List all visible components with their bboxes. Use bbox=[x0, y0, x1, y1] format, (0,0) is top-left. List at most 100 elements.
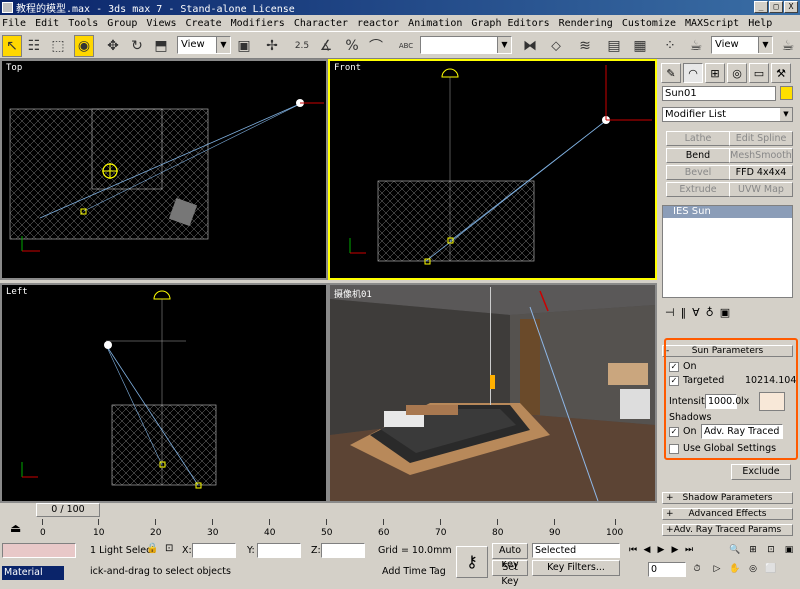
y-coord-input[interactable] bbox=[257, 543, 301, 558]
time-config-icon[interactable]: ⏱ bbox=[690, 562, 704, 576]
menu-animation[interactable]: Animation bbox=[408, 18, 462, 29]
menu-edit[interactable]: Edit bbox=[35, 18, 59, 29]
menu-reactor[interactable]: reactor bbox=[357, 18, 399, 29]
make-unique-icon[interactable]: ∀ bbox=[692, 306, 700, 319]
snap-toggle-icon[interactable]: 2.5 bbox=[292, 35, 312, 57]
minimize-button[interactable]: _ bbox=[754, 1, 768, 13]
add-time-tag[interactable]: Add Time Tag bbox=[382, 566, 446, 577]
track-view-icon[interactable]: ▤ bbox=[604, 35, 624, 57]
show-end-result-icon[interactable]: ‖ bbox=[681, 306, 687, 319]
reference-coord-dropdown[interactable]: View ▼ bbox=[177, 36, 231, 54]
menu-create[interactable]: Create bbox=[186, 18, 222, 29]
lathe-button[interactable]: Lathe bbox=[666, 131, 730, 146]
menu-rendering[interactable]: Rendering bbox=[559, 18, 613, 29]
fov-icon[interactable]: ▷ bbox=[710, 562, 724, 576]
modifier-list-dropdown[interactable]: Modifier List ▼ bbox=[662, 107, 793, 122]
move-icon[interactable]: ✥ bbox=[103, 35, 123, 57]
quick-render-icon[interactable]: ☕ bbox=[778, 35, 798, 57]
advanced-effects-rollout[interactable]: + Advanced Effects bbox=[662, 508, 793, 520]
auto-key-button[interactable]: Auto Key bbox=[492, 543, 528, 570]
bevel-button[interactable]: Bevel bbox=[666, 165, 730, 180]
maxscript-listener[interactable] bbox=[2, 543, 76, 558]
exclude-button[interactable]: Exclude bbox=[731, 464, 791, 480]
rect-selection-icon[interactable]: ⬚ bbox=[48, 35, 68, 57]
orbit-icon[interactable]: ◎ bbox=[746, 562, 760, 576]
select-object-icon[interactable]: ↖ bbox=[2, 35, 22, 57]
spinner-snap-icon[interactable]: ⌒ bbox=[366, 35, 386, 57]
track-bar[interactable]: ⏏ 0 10 20 30 40 50 60 70 80 90 100 bbox=[0, 519, 657, 539]
next-frame-icon[interactable]: ▶ bbox=[668, 543, 682, 557]
menu-modifiers[interactable]: Modifiers bbox=[231, 18, 285, 29]
manipulate-icon[interactable]: ✢ bbox=[262, 35, 282, 57]
menu-customize[interactable]: Customize bbox=[622, 18, 676, 29]
shadow-parameters-rollout[interactable]: + Shadow Parameters bbox=[662, 492, 793, 504]
align-icon[interactable]: ⬦ bbox=[546, 35, 566, 57]
create-tab-icon[interactable]: ✎ bbox=[661, 63, 681, 83]
modify-tab-icon[interactable]: ◠ bbox=[683, 63, 703, 83]
go-to-start-icon[interactable]: ⏮ bbox=[626, 543, 640, 557]
ffd-button[interactable]: FFD 4x4x4 bbox=[729, 165, 793, 180]
viewport-label[interactable]: Top bbox=[6, 63, 22, 73]
edit-named-selection-icon[interactable]: ABC bbox=[396, 35, 416, 57]
uvw-map-button[interactable]: UVW Map bbox=[729, 182, 793, 197]
menu-character[interactable]: Character bbox=[294, 18, 348, 29]
set-key-button[interactable]: Set Key bbox=[492, 560, 528, 587]
menu-maxscript[interactable]: MAXScript bbox=[685, 18, 739, 29]
zoom-extents-icon[interactable]: ⊡ bbox=[764, 543, 778, 557]
current-frame-input[interactable]: 0 bbox=[648, 562, 686, 577]
angle-snap-icon[interactable]: ∡ bbox=[316, 35, 336, 57]
lock-icon[interactable]: 🔒 bbox=[146, 543, 158, 554]
viewport-label[interactable]: Front bbox=[334, 63, 361, 73]
adv-ray-traced-params-rollout[interactable]: + Adv. Ray Traced Params bbox=[662, 524, 793, 536]
pan-icon[interactable]: ✋ bbox=[728, 562, 742, 576]
maximize-viewport-icon[interactable]: ⬜ bbox=[764, 562, 778, 576]
named-selection-dropdown[interactable]: ▼ bbox=[420, 36, 512, 54]
remove-modifier-icon[interactable]: ♁ bbox=[706, 306, 714, 319]
key-mode-dropdown[interactable]: Selected bbox=[532, 543, 620, 558]
viewport-left[interactable]: Left bbox=[0, 283, 328, 503]
pivot-icon[interactable]: ▣ bbox=[234, 35, 254, 57]
viewport-front[interactable]: Front bbox=[328, 59, 657, 280]
key-filters-button[interactable]: Key Filters... bbox=[532, 560, 620, 576]
stack-item[interactable]: IES Sun bbox=[663, 206, 792, 218]
menu-views[interactable]: Views bbox=[146, 18, 176, 29]
configure-sets-icon[interactable]: ▣ bbox=[720, 306, 730, 319]
motion-tab-icon[interactable]: ◎ bbox=[727, 63, 747, 83]
taskbar-material[interactable]: Material bbox=[2, 566, 64, 580]
object-color-swatch[interactable] bbox=[780, 86, 793, 100]
render-type-dropdown[interactable]: View ▼ bbox=[711, 36, 773, 54]
go-to-end-icon[interactable]: ⏭ bbox=[682, 543, 696, 557]
prev-frame-icon[interactable]: ◀ bbox=[640, 543, 654, 557]
select-by-name-icon[interactable]: ☷ bbox=[24, 35, 44, 57]
menu-help[interactable]: Help bbox=[748, 18, 772, 29]
utilities-tab-icon[interactable]: ⚒ bbox=[771, 63, 791, 83]
material-editor-icon[interactable]: ⁘ bbox=[660, 35, 680, 57]
play-icon[interactable]: ▶ bbox=[654, 543, 668, 557]
track-bar-icon[interactable]: ⏏ bbox=[10, 521, 21, 535]
z-coord-input[interactable] bbox=[321, 543, 365, 558]
extrude-button[interactable]: Extrude bbox=[666, 182, 730, 197]
edit-spline-button[interactable]: Edit Spline bbox=[729, 131, 793, 146]
render-scene-icon[interactable]: ☕ bbox=[686, 35, 706, 57]
display-tab-icon[interactable]: ▭ bbox=[749, 63, 769, 83]
menu-tools[interactable]: Tools bbox=[68, 18, 98, 29]
pin-stack-icon[interactable]: ⊣ bbox=[665, 306, 675, 319]
menu-file[interactable]: File bbox=[2, 18, 26, 29]
scale-icon[interactable]: ⬒ bbox=[151, 35, 171, 57]
menu-graph-editors[interactable]: Graph Editors bbox=[471, 18, 549, 29]
meshsmooth-button[interactable]: MeshSmooth bbox=[729, 148, 793, 163]
viewport-camera[interactable]: 摄像机01 bbox=[328, 283, 657, 503]
time-slider[interactable]: 0 / 100 bbox=[0, 503, 657, 517]
object-name-input[interactable]: Sun01 bbox=[662, 86, 776, 101]
bend-button[interactable]: Bend bbox=[666, 148, 730, 163]
absolute-mode-icon[interactable]: ⊡ bbox=[165, 543, 173, 554]
x-coord-input[interactable] bbox=[192, 543, 236, 558]
viewport-label[interactable]: 摄像机01 bbox=[334, 287, 372, 300]
viewport-label[interactable]: Left bbox=[6, 287, 28, 297]
layer-manager-icon[interactable]: ≋ bbox=[575, 35, 595, 57]
close-button[interactable]: X bbox=[784, 1, 798, 13]
hierarchy-tab-icon[interactable]: ⊞ bbox=[705, 63, 725, 83]
viewport-top[interactable]: Top bbox=[0, 59, 328, 280]
menu-group[interactable]: Group bbox=[107, 18, 137, 29]
key-mode-icon[interactable]: ⚷ bbox=[456, 546, 488, 578]
